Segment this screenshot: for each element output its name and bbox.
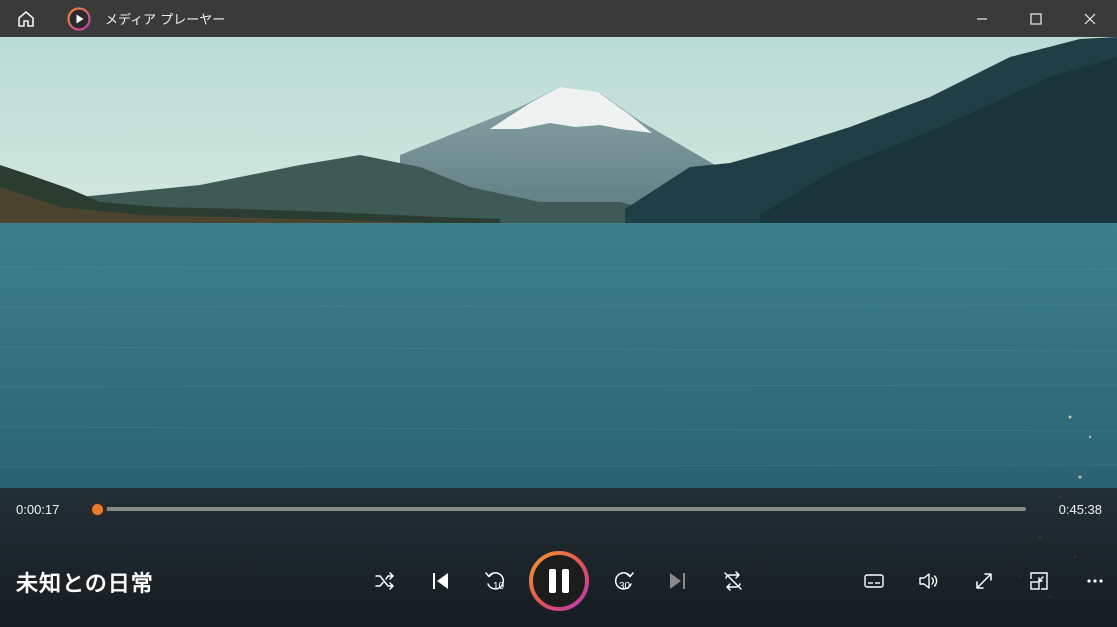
more-icon <box>1087 579 1103 583</box>
more-button[interactable] <box>1077 563 1113 599</box>
repeat-button[interactable] <box>715 563 751 599</box>
skip-previous-icon <box>433 573 448 589</box>
rewind-label: 10 <box>493 581 505 592</box>
track-title: 未知との日常 <box>16 572 154 597</box>
title-bar: メディア プレーヤー <box>0 0 1117 37</box>
shuffle-button[interactable] <box>367 563 403 599</box>
forward-button[interactable]: 30 <box>606 563 642 599</box>
skip-next-icon <box>670 573 685 589</box>
minimize-button[interactable] <box>955 0 1009 37</box>
fullscreen-button[interactable] <box>966 563 1002 599</box>
forward-label: 30 <box>619 581 631 592</box>
duration: 0:45:38 <box>1058 502 1102 517</box>
volume-button[interactable] <box>910 563 946 599</box>
seek-bar[interactable] <box>88 500 1026 518</box>
window-title: メディア プレーヤー <box>105 13 226 28</box>
player-controls: 0:00:17 0:45:38 未知との日常 10 30 <box>0 488 1117 627</box>
home-button[interactable] <box>6 0 46 37</box>
seek-thumb[interactable] <box>88 500 107 518</box>
forward-30-icon: 30 <box>614 572 634 592</box>
close-button[interactable] <box>1063 0 1117 37</box>
rewind-button[interactable]: 10 <box>477 563 513 599</box>
next-button[interactable] <box>660 563 696 599</box>
repeat-off-icon <box>724 571 742 591</box>
home-icon <box>18 10 34 27</box>
media-player-app-icon <box>67 6 91 31</box>
maximize-button[interactable] <box>1009 0 1063 37</box>
volume-icon <box>919 573 938 589</box>
current-time: 0:00:17 <box>16 502 60 517</box>
mini-view-button[interactable] <box>1021 563 1057 599</box>
play-pause-button[interactable] <box>528 550 590 612</box>
close-icon <box>1084 13 1096 24</box>
fullscreen-icon <box>976 573 992 589</box>
mini-view-icon <box>1030 572 1048 590</box>
minimize-icon <box>977 17 987 20</box>
subtitles-icon <box>864 574 884 588</box>
previous-button[interactable] <box>422 563 458 599</box>
subtitles-button[interactable] <box>856 563 892 599</box>
maximize-icon <box>1030 12 1042 25</box>
rewind-10-icon: 10 <box>485 572 505 592</box>
pause-icon <box>529 551 589 611</box>
shuffle-icon <box>375 572 394 590</box>
